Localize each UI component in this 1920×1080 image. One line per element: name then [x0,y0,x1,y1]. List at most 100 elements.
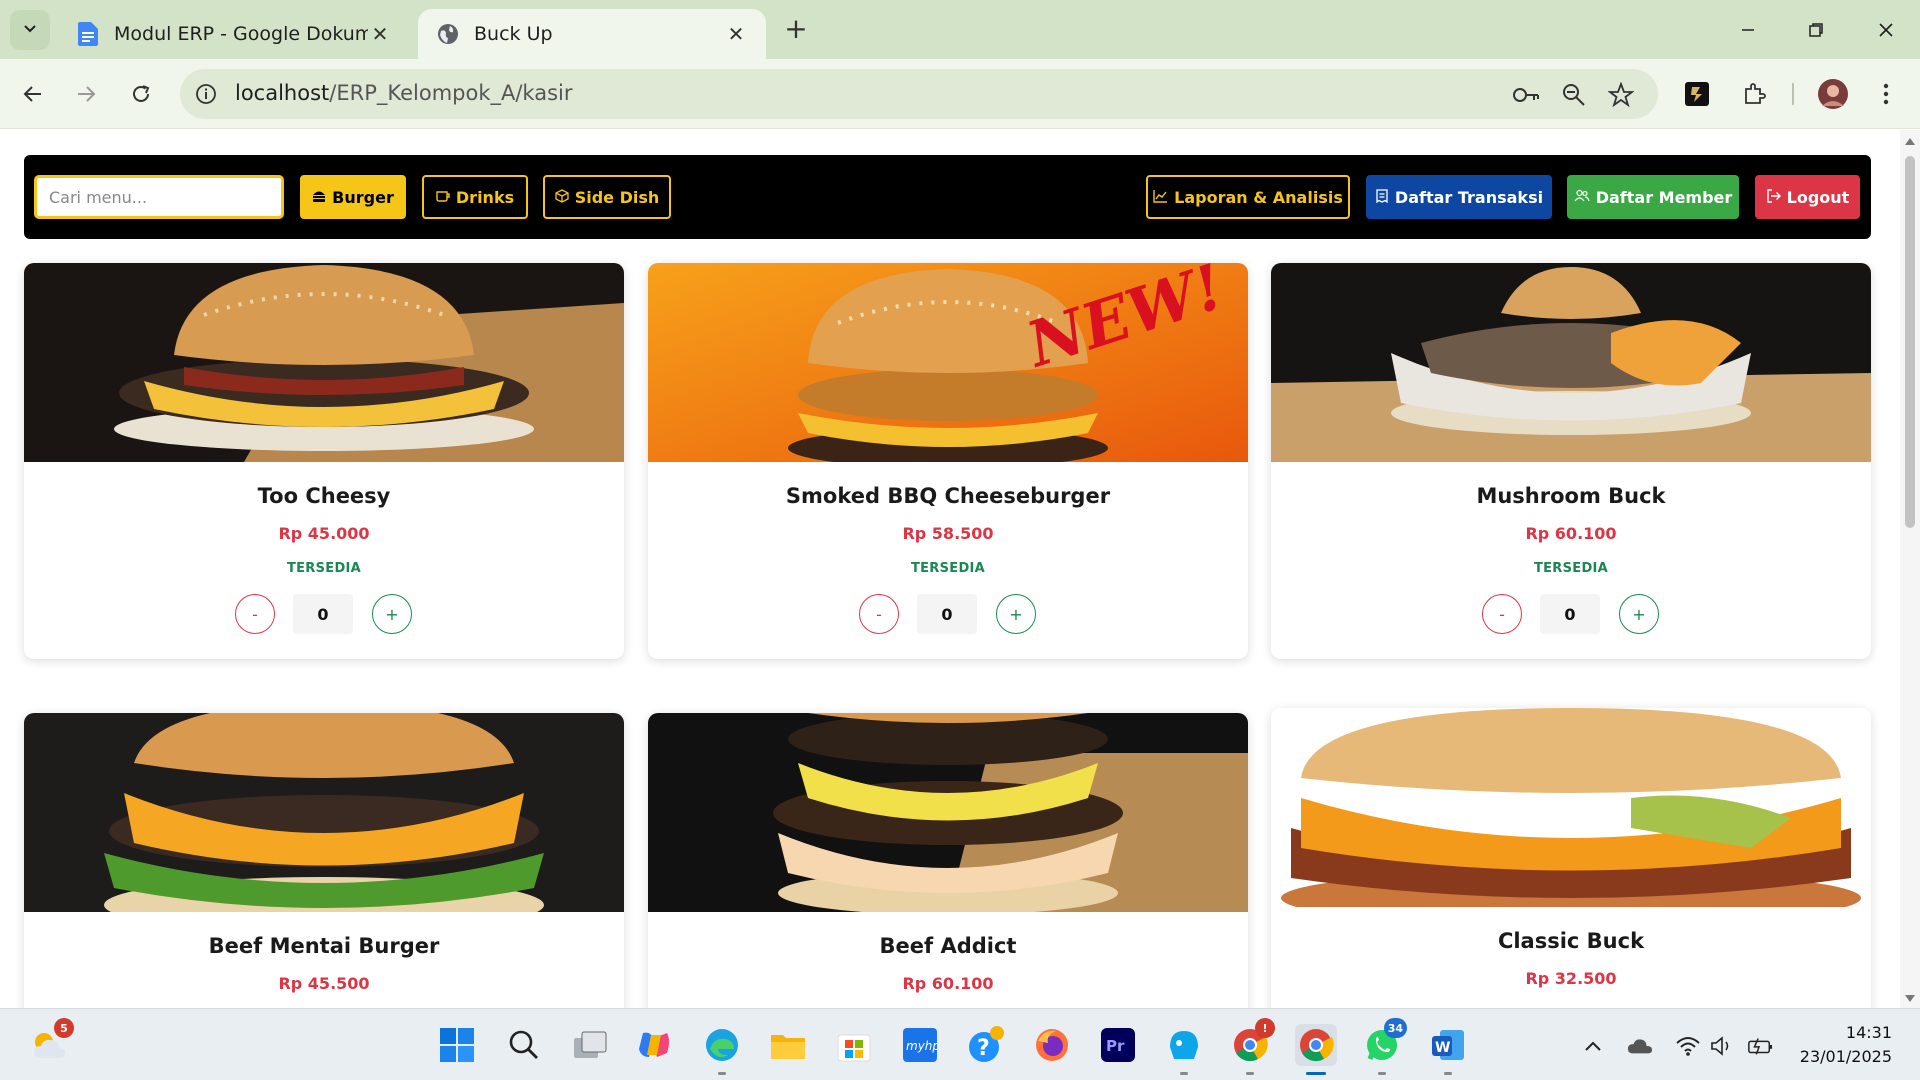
close-window-button[interactable] [1858,10,1914,50]
tab-buck-up[interactable]: Buck Up ✕ [418,9,766,59]
forward-button[interactable] [66,74,106,114]
word-icon[interactable]: W [1427,1024,1469,1075]
status-badge: TERSEDIA [1533,561,1609,576]
address-bar[interactable]: localhost/ERP_Kelompok_A/kasir [180,69,1658,119]
myhp-icon[interactable]: myhp [899,1024,941,1066]
category-burger-button[interactable]: Burger [300,175,406,219]
receipt-icon [1375,188,1389,207]
logout-button[interactable]: Logout [1755,175,1860,219]
system-clock[interactable]: 14:31 23/01/2025 [1800,1021,1892,1069]
zoom-icon[interactable] [1561,82,1587,108]
burger-icon [312,188,326,207]
extension-icon[interactable] [1677,74,1717,114]
wifi-icon[interactable] [1675,1033,1701,1059]
running-indicator [1444,1072,1452,1075]
increase-qty-button[interactable]: + [372,594,412,634]
restore-button[interactable] [1788,10,1844,50]
logout-icon [1766,188,1781,207]
laporan-label: Laporan & Analisis [1174,187,1343,207]
url-path: /ERP_Kelompok_A/kasir [329,81,573,105]
copilot-icon[interactable] [634,1024,676,1066]
quantity-value[interactable]: 0 [1540,594,1600,634]
quantity-stepper: - 0 + [24,590,624,638]
search-menu-input[interactable] [34,175,284,219]
menu-price: Rp 60.100 [902,974,994,993]
decrease-qty-button[interactable]: - [235,594,275,634]
quantity-value[interactable]: 0 [917,594,977,634]
quantity-value[interactable]: 0 [293,594,353,634]
page-scrollbar[interactable] [1900,130,1920,1008]
weather-widget-icon[interactable]: 5 [28,1018,74,1066]
premiere-pro-icon[interactable]: Pr [1097,1024,1139,1066]
burger-image [24,713,624,912]
back-button[interactable] [13,74,53,114]
bookmark-star-icon[interactable] [1607,81,1635,108]
clock-time: 14:31 [1845,1023,1892,1042]
close-icon[interactable]: ✕ [724,22,748,46]
battery-icon[interactable] [1747,1033,1773,1059]
file-explorer-icon[interactable] [767,1024,809,1066]
laporan-analisis-button[interactable]: Laporan & Analisis [1146,175,1350,219]
menu-price: Rp 60.100 [1525,524,1617,543]
profile-avatar[interactable] [1813,74,1853,114]
google-docs-icon [76,22,100,46]
site-info-icon[interactable] [194,82,218,106]
close-icon[interactable]: ✕ [368,22,392,46]
daftar-member-button[interactable]: Daftar Member [1567,175,1739,219]
increase-qty-button[interactable]: + [1619,594,1659,634]
app-icon[interactable] [1163,1024,1205,1075]
show-hidden-icons[interactable] [1580,1033,1606,1059]
transaksi-label: Daftar Transaksi [1394,187,1544,207]
windows-start-icon[interactable] [436,1024,478,1066]
users-icon [1574,188,1590,207]
edge-browser-icon[interactable] [701,1024,743,1075]
new-tab-button[interactable]: + [780,12,812,48]
drinks-label: Drinks [455,187,515,207]
chrome-icon[interactable]: ! [1229,1018,1275,1075]
tab-title: Modul ERP - Google Dokumen [114,23,368,45]
microsoft-store-icon[interactable] [833,1024,875,1066]
daftar-transaksi-button[interactable]: Daftar Transaksi [1366,175,1552,219]
menu-kebab-icon[interactable] [1866,74,1906,114]
scroll-up-icon[interactable] [1905,138,1915,145]
menu-name: Smoked BBQ Cheeseburger [785,484,1111,508]
burger-label: Burger [332,187,394,207]
increase-qty-button[interactable]: + [996,594,1036,634]
svg-text:myhp: myhp [906,1039,938,1053]
chrome-profile-icon[interactable] [1295,1024,1337,1075]
extensions-puzzle-icon[interactable] [1734,74,1774,114]
scroll-down-icon[interactable] [1905,995,1915,1002]
category-drinks-button[interactable]: Drinks [422,175,528,219]
burger-image [648,713,1248,912]
menu-card-mushroom-buck: Mushroom Buck Rp 60.100 TERSEDIA - 0 + [1271,263,1871,659]
menu-card-classic-buck: Classic Buck Rp 32.500 [1271,708,1871,1008]
password-key-icon[interactable] [1512,82,1539,108]
toolbar-divider [1792,83,1794,105]
menu-card-too-cheesy: Too Cheesy Rp 45.000 TERSEDIA - 0 + [24,263,624,659]
decrease-qty-button[interactable]: - [859,594,899,634]
tab-search-button[interactable] [10,10,50,50]
help-icon[interactable]: ? [965,1024,1007,1066]
menu-card-smoked-bbq: NEW! Smoked BBQ Cheeseburger Rp 58.500 T… [648,263,1248,659]
firefox-icon[interactable] [1031,1024,1073,1066]
tab-modul-erp[interactable]: Modul ERP - Google Dokumen ✕ [58,9,410,59]
minimize-button[interactable] [1720,10,1776,50]
menu-name: Too Cheesy [257,484,391,508]
url-host: localhost [235,81,330,105]
category-side-dish-button[interactable]: Side Dish [543,175,671,219]
decrease-qty-button[interactable]: - [1482,594,1522,634]
menu-price: Rp 32.500 [1525,969,1617,988]
reload-button[interactable] [121,74,161,114]
page-content: Burger Drinks Side Dish Laporan & Analis… [0,130,1920,1008]
notification-badge: 34 [1383,1018,1407,1038]
svg-text:W: W [1435,1040,1450,1056]
quantity-stepper: - 0 + [1271,590,1871,638]
search-icon[interactable] [503,1024,545,1066]
side-dish-label: Side Dish [574,187,660,207]
task-view-icon[interactable] [569,1024,611,1066]
menu-card-beef-addict: Beef Addict Rp 60.100 [648,713,1248,1008]
onedrive-icon[interactable] [1627,1033,1653,1059]
whatsapp-icon[interactable]: 34 [1361,1018,1407,1075]
scrollbar-thumb[interactable] [1905,156,1915,528]
volume-icon[interactable] [1709,1033,1735,1059]
